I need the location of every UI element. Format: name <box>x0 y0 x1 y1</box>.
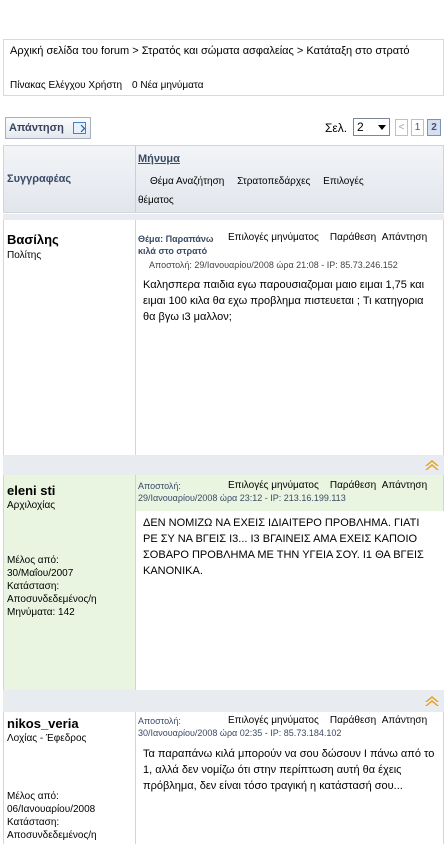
breadcrumb-home-link[interactable]: Αρχική σελίδα του forum <box>10 45 129 57</box>
post-author-name[interactable]: Βασίλης <box>7 232 59 247</box>
breadcrumb: Αρχική σελίδα του forum > Στρατός και σώ… <box>10 44 430 58</box>
new-messages-link[interactable]: 0 Νέα μηνύματα <box>132 80 204 91</box>
posted-label: Αποστολή: <box>138 481 181 491</box>
message-column-header[interactable]: Μήνυμα <box>138 153 180 165</box>
ip-address: IP: 85.73.184.102 <box>270 728 342 738</box>
post-author-name[interactable]: eleni sti <box>7 483 55 498</box>
status-label: Κατάσταση: <box>7 581 60 592</box>
breadcrumb-separator: > <box>296 45 304 57</box>
status-value: Αποσυνδεδεμένος/η <box>7 830 97 841</box>
message-text: Τα παραπάνω κιλά μπορούν να σου δώσουν Ι… <box>143 748 435 792</box>
message-options-link[interactable]: Επιλογές μηνύματος <box>228 480 319 491</box>
post-actions: Επιλογές μηνύματος Παράθεση Απάντηση <box>228 715 427 726</box>
post-author-info: Μέλος από: 30/Μαΐου/2007 Κατάσταση: Αποσ… <box>7 554 97 619</box>
member-since-label: Μέλος από: <box>7 791 59 802</box>
post-meta: Αποστολή: 29/Ιανουαρίου/2008 ώρα 21:08 -… <box>149 260 398 270</box>
message-text: Καλησπερα παιδια εγω παρουσιαζομαι μαιο … <box>143 279 425 323</box>
message-options-link[interactable]: Επιλογές μηνύματος <box>228 232 319 243</box>
topic-options-link-cont[interactable]: θέματος <box>138 195 174 206</box>
reply-button[interactable]: Απάντηση <box>5 117 91 139</box>
topic-options-link[interactable]: Επιλογές <box>323 176 363 187</box>
post-separator <box>3 690 444 712</box>
forum-link[interactable]: Στρατοπεδάρχες <box>237 176 310 187</box>
pagination-prev[interactable]: < <box>395 119 408 136</box>
page-label: Σελ. <box>325 121 348 135</box>
dropdown-arrow-icon <box>378 125 386 130</box>
breadcrumb-separator: > <box>132 45 139 57</box>
status-value: Αποσυνδεδεμένος/η <box>7 594 97 605</box>
thread-header: Συγγραφέας Μήνυμα Θέμα Αναζήτηση Στρατοπ… <box>3 145 444 213</box>
posted-label: Αποστολή: <box>138 716 181 726</box>
message-text: ΔΕΝ ΝΟΜΙΖΩ ΝΑ ΕΧΕΙΣ ΙΔΙΑΙΤΕΡΟ ΠΡΟΒΛΗΜΑ. … <box>143 517 424 577</box>
post-subject-line1: Θέμα: Παραπάνω <box>138 234 214 244</box>
post-author-info: Μέλος από: 06/Ιανουαρίου/2008 Κατάσταση:… <box>7 790 97 842</box>
member-since-value: 06/Ιανουαρίου/2008 <box>7 804 96 815</box>
post-count: Μηνύματα: 142 <box>7 607 75 618</box>
breadcrumb-topic-link[interactable]: Κατάταξη στο στρατό <box>306 45 409 57</box>
page-select[interactable]: 2 <box>353 118 390 136</box>
posted-date: 29/Ιανουαρίου/2008 ώρα 23:12 <box>138 493 263 503</box>
reply-link[interactable]: Απάντηση <box>382 480 427 491</box>
post-separator <box>3 455 444 475</box>
message-options-link[interactable]: Επιλογές μηνύματος <box>228 715 319 726</box>
member-since-value: 30/Μαΐου/2007 <box>7 568 74 579</box>
post-author-title: Πολίτης <box>7 250 42 261</box>
back-to-top-icon[interactable] <box>425 696 439 706</box>
quote-link[interactable]: Παράθεση <box>330 232 376 243</box>
user-control-panel-link[interactable]: Πίνακας Ελέγχου Χρήστη <box>10 80 122 91</box>
pagination-page-2-current[interactable]: 2 <box>427 119 441 136</box>
back-to-top-icon[interactable] <box>425 460 439 470</box>
reply-button-label: Απάντηση <box>9 122 64 134</box>
post-actions: Επιλογές μηνύματος Παράθεση Απάντηση <box>228 232 427 243</box>
post-subject-line2: κιλά στο στρατό <box>138 246 208 256</box>
user-control-bar: Πίνακας Ελέγχου Χρήστη 0 Νέα μηνύματα <box>10 80 204 91</box>
quote-link[interactable]: Παράθεση <box>330 715 376 726</box>
post-1: Βασίλης Πολίτης Θέμα: Παραπάνω κιλά στο … <box>3 220 444 455</box>
post-2: eleni sti Αρχιλοχίας Μέλος από: 30/Μαΐου… <box>3 475 444 690</box>
search-topic-link[interactable]: Θέμα Αναζήτηση <box>150 176 224 187</box>
reply-icon <box>73 122 86 134</box>
post-author-title: Λοχίας - Έφεδρος <box>7 733 87 744</box>
breadcrumb-forum-link[interactable]: Στρατός και σώματα ασφαλείας <box>142 45 294 57</box>
post-actions: Επιλογές μηνύματος Παράθεση Απάντηση <box>228 480 427 491</box>
page-select-value: 2 <box>357 120 364 134</box>
post-3: nikos_veria Λοχίας - Έφεδρος Μέλος από: … <box>3 712 444 844</box>
message-body: ΔΕΝ ΝΟΜΙΖΩ ΝΑ ΕΧΕΙΣ ΙΔΙΑΙΤΕΡΟ ΠΡΟΒΛΗΜΑ. … <box>136 511 444 690</box>
author-column-header: Συγγραφέας <box>7 173 72 185</box>
status-label: Κατάσταση: <box>7 817 60 828</box>
post-subject: Θέμα: Παραπάνω κιλά στο στρατό <box>138 233 214 257</box>
message-body: Τα παραπάνω κιλά μπορούν να σου δώσουν Ι… <box>136 742 444 844</box>
header-divider <box>135 146 136 212</box>
message-body: Καλησπερα παιδια εγω παρουσιαζομαι μαιο … <box>136 275 444 455</box>
ip-address: IP: 213.16.199.113 <box>270 493 346 503</box>
post-author-title: Αρχιλοχίας <box>7 500 56 511</box>
posted-date: 30/Ιανουαρίου/2008 ώρα 02:35 <box>138 728 263 738</box>
breadcrumb-box: Αρχική σελίδα του forum > Στρατός και σώ… <box>3 39 444 96</box>
reply-link[interactable]: Απάντηση <box>382 715 427 726</box>
pagination-page-1[interactable]: 1 <box>411 119 424 136</box>
top-strip <box>0 0 447 38</box>
reply-link[interactable]: Απάντηση <box>382 232 427 243</box>
member-since-label: Μέλος από: <box>7 555 59 566</box>
quote-link[interactable]: Παράθεση <box>330 480 376 491</box>
post-author-name[interactable]: nikos_veria <box>7 716 79 731</box>
topic-toolbar: Θέμα Αναζήτηση Στρατοπεδάρχες Επιλογές θ… <box>138 172 438 210</box>
